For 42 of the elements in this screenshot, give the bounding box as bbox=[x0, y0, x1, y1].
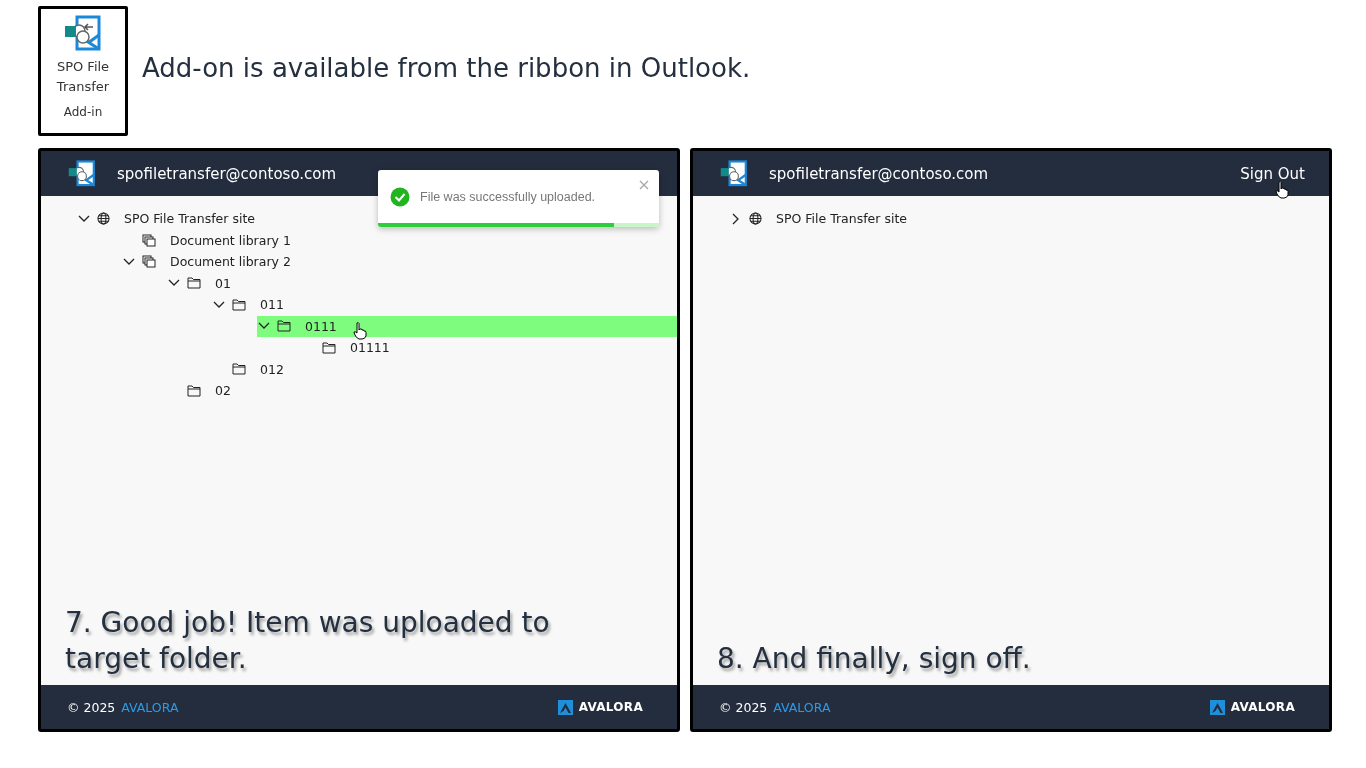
app-logo-icon bbox=[67, 159, 97, 188]
step-caption: 8. And finally, sign off. bbox=[716, 641, 1032, 677]
toast-message: File was successfully uploaded. bbox=[420, 190, 596, 204]
folder-icon bbox=[187, 277, 201, 290]
copyright-text: © 2025 bbox=[67, 699, 116, 715]
tree-node[interactable]: 01111 bbox=[302, 337, 400, 359]
library-icon bbox=[142, 233, 156, 247]
tree-node[interactable]: 02 bbox=[167, 380, 241, 402]
avalora-logo-icon bbox=[557, 699, 573, 715]
pointer-icon bbox=[1275, 181, 1289, 199]
folder-icon bbox=[232, 298, 246, 311]
folder-icon bbox=[277, 320, 291, 333]
account-email: spofiletransfer@contoso.com bbox=[769, 164, 989, 183]
logo-text: AVALORA bbox=[1230, 700, 1295, 714]
tree-node[interactable]: SPO File Transfer site bbox=[77, 208, 265, 230]
add-in-button[interactable]: SPO File Transfer bbox=[43, 9, 123, 97]
account-email: spofiletransfer@contoso.com bbox=[117, 164, 337, 183]
brand-link[interactable]: AVALORA bbox=[121, 699, 179, 715]
app-logo-icon bbox=[719, 159, 749, 188]
copyright-text: © 2025 bbox=[719, 699, 768, 715]
tree-node[interactable]: Document library 1 bbox=[122, 229, 301, 251]
folder-icon bbox=[187, 384, 201, 397]
tree-node-highlight[interactable]: 0111 bbox=[257, 315, 677, 337]
logo-text: AVALORA bbox=[578, 700, 643, 714]
folder-icon bbox=[322, 341, 336, 354]
sign-out-link[interactable]: Sign Out bbox=[1240, 164, 1305, 183]
group-label: Add-in bbox=[63, 105, 103, 119]
tree-node[interactable]: SPO File Transfer site bbox=[729, 208, 917, 230]
intro-text: Add-on is available from the ribbon in Outlook. bbox=[142, 53, 751, 83]
brand-link[interactable]: AVALORA bbox=[773, 699, 831, 715]
file-transfer-icon bbox=[63, 15, 103, 53]
tree-node[interactable]: Document library 2 bbox=[122, 251, 301, 273]
check-icon bbox=[390, 187, 410, 207]
step-caption: 7. Good job! Item was uploaded to target folder. bbox=[64, 605, 551, 677]
globe-icon bbox=[749, 212, 762, 226]
globe-icon bbox=[97, 212, 110, 226]
avalora-logo-icon bbox=[1209, 699, 1225, 715]
tree-node[interactable]: 012 bbox=[212, 358, 294, 380]
tree-node[interactable]: 011 bbox=[212, 294, 294, 316]
tree-node[interactable]: 01 bbox=[167, 272, 241, 294]
folder-icon bbox=[232, 363, 246, 376]
library-icon bbox=[142, 255, 156, 269]
